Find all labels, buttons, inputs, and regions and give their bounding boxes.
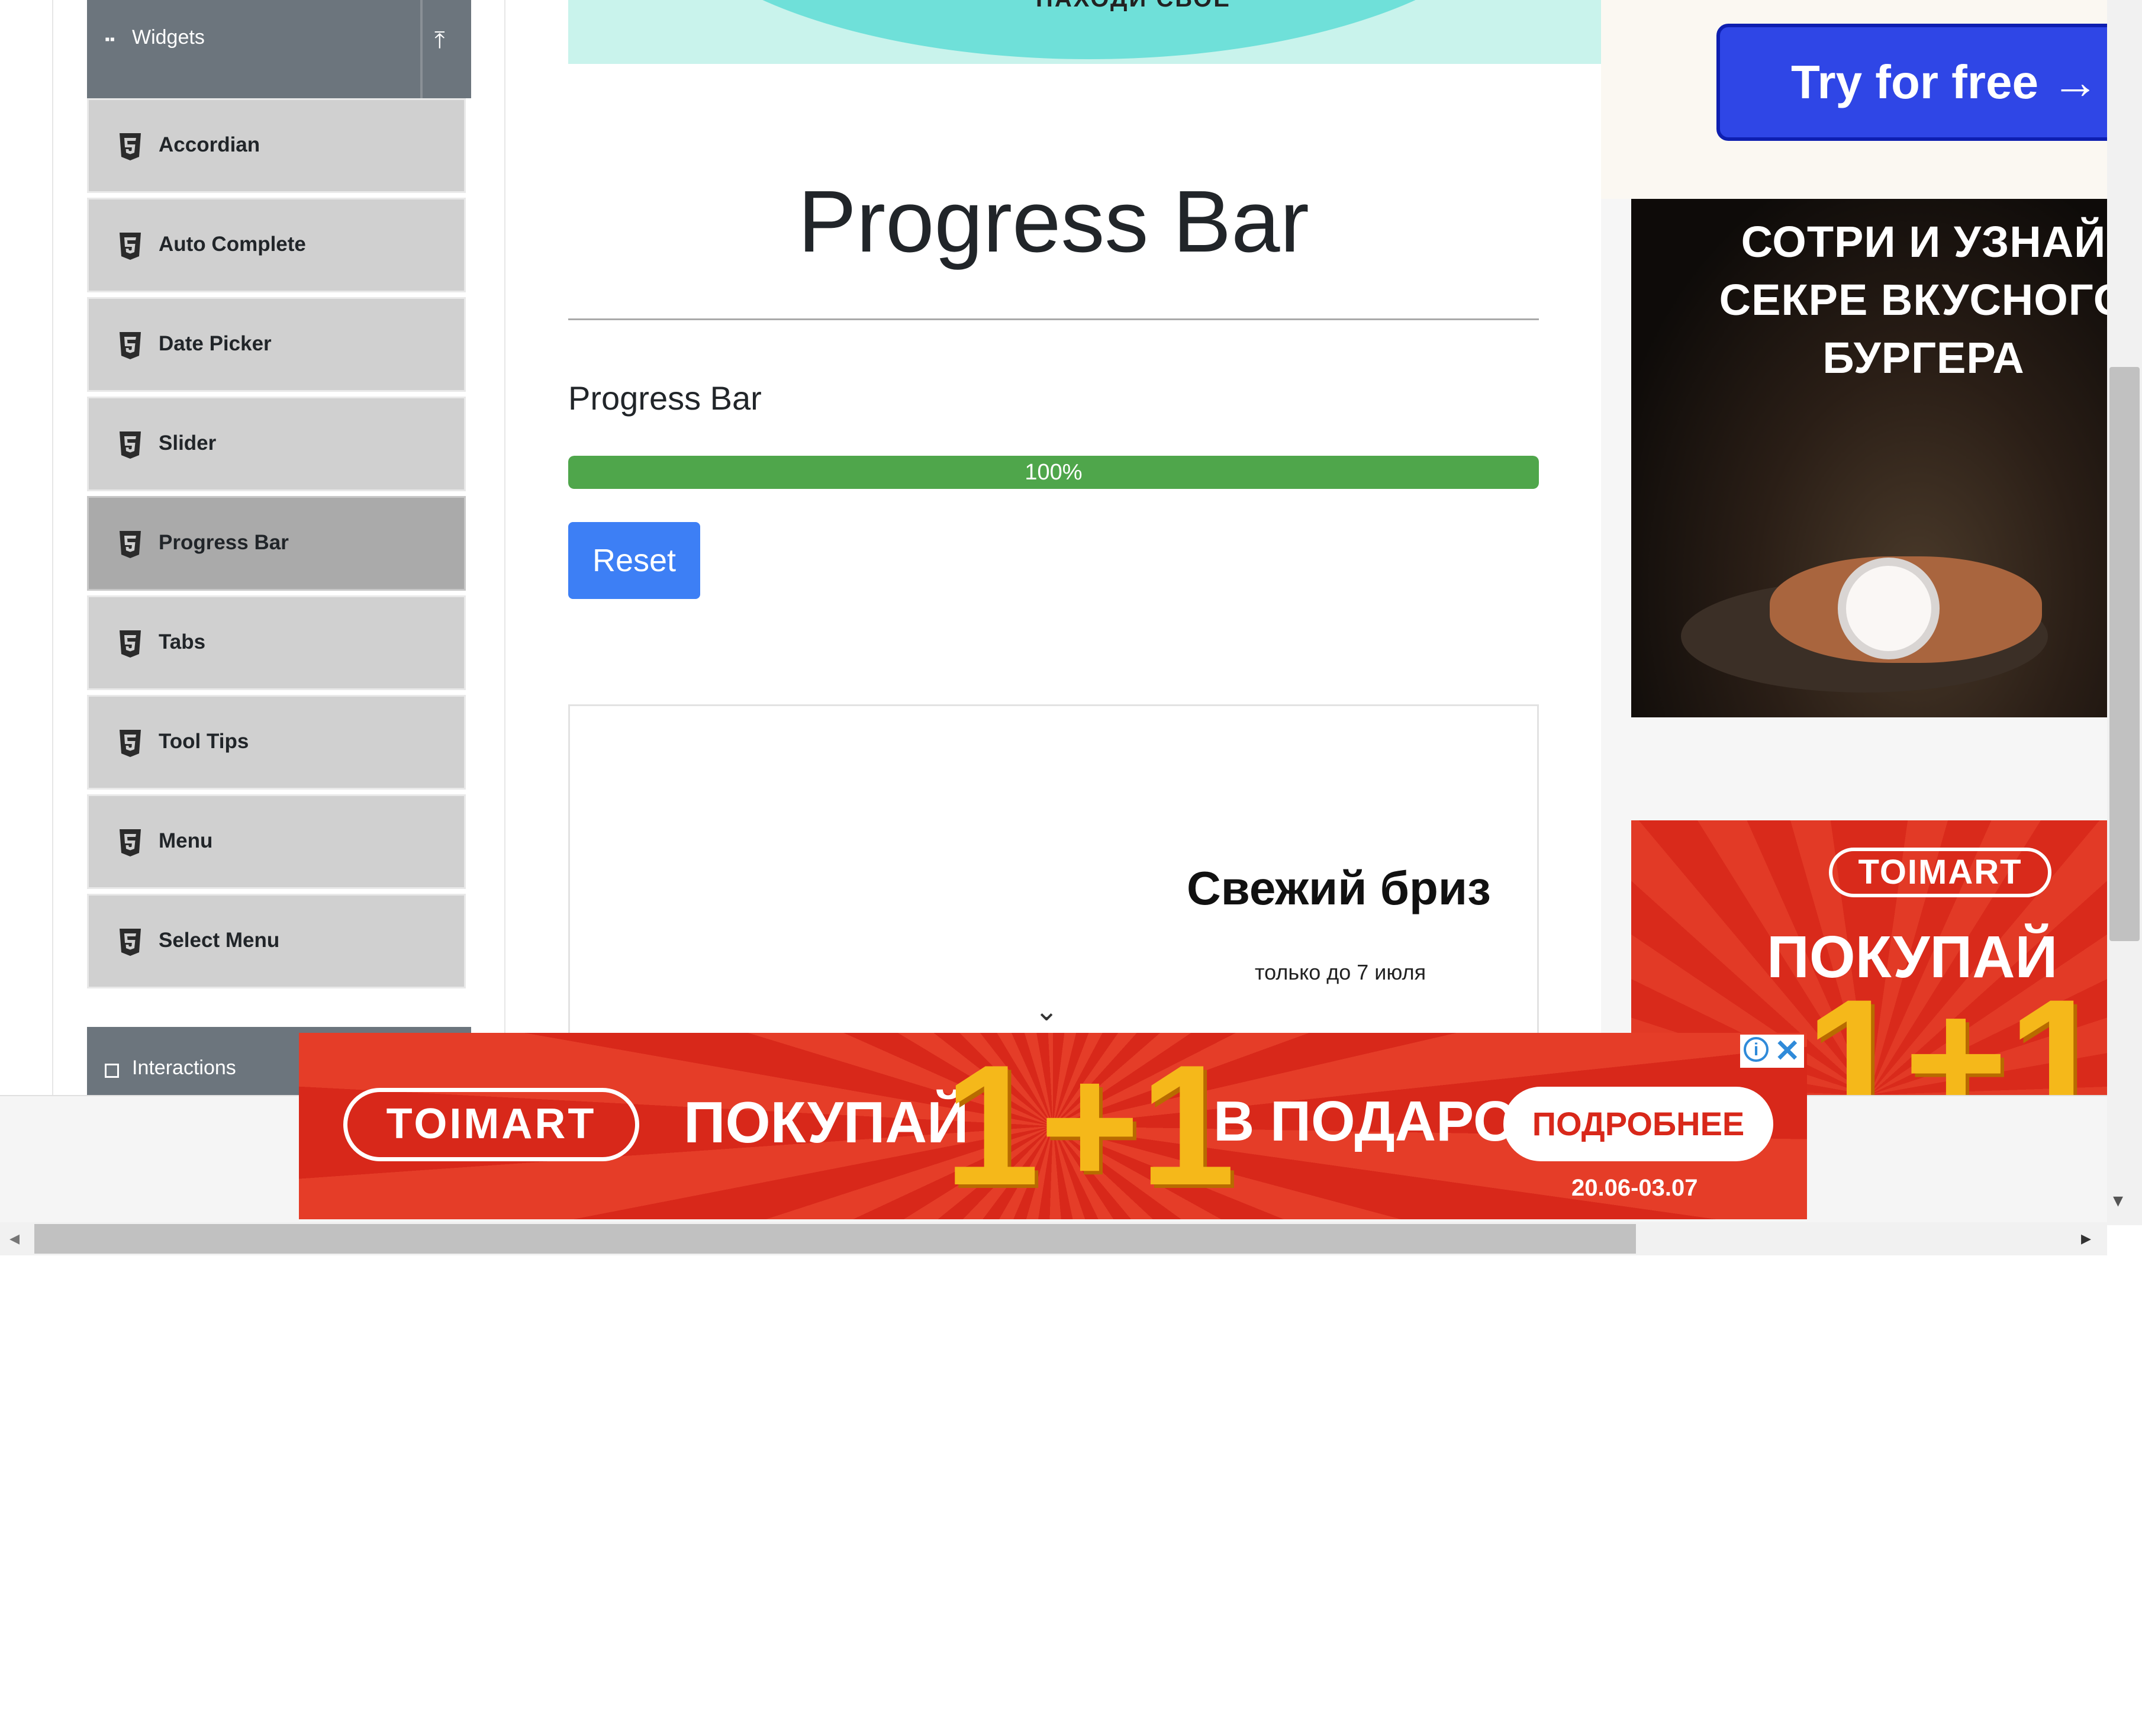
html5-icon [118,829,142,856]
title-divider [568,318,1539,320]
sidebar-item-label: Select Menu [159,929,280,952]
html5-icon [118,431,142,459]
horizontal-scrollbar-thumb[interactable] [34,1224,1636,1254]
sidebar-item-label: Progress Bar [159,531,289,554]
sidebar-divider [504,0,505,1095]
html5-icon [118,332,142,359]
top-banner-ad[interactable]: НАХОДИ СВОЁ [568,0,1601,64]
html5-icon [118,730,142,757]
bottom-promo-number: 1+1 [944,1029,1235,1221]
sidebar-item-label: Date Picker [159,332,272,355]
vertical-scrollbar-thumb[interactable] [2109,367,2140,941]
ad-info-icon[interactable]: i [1744,1037,1769,1062]
sidebar-item-select-menu[interactable]: Select Menu [87,894,466,988]
burger-ad-text: СОТРИ И УЗНАЙ СЕКРЕ ВКУСНОГО БУРГЕРА [1719,217,2128,382]
promo-dates: 20.06-03.07 [1571,1175,1698,1201]
widgets-group-label: Widgets [132,26,205,49]
sidebar-item-label: Tabs [159,630,206,653]
play-icon[interactable] [1838,558,1940,659]
html5-icon [118,630,142,658]
section-label: Progress Bar [568,379,762,417]
ad-subtitle: только до 7 июля [1255,960,1426,984]
banner-text: НАХОДИ СВОЁ [1036,0,1231,12]
page-title: Progress Bar [798,173,1309,270]
sidebar-item-label: Slider [159,431,217,455]
more-details-button[interactable]: ПОДРОБНЕЕ [1503,1087,1773,1161]
sidebar-item-slider[interactable]: Slider [87,397,466,491]
sidebar-item-progress-bar[interactable]: Progress Bar [87,496,466,591]
sidebar-item-label: Auto Complete [159,233,306,256]
progress-bar-label: 100% [1025,460,1083,485]
scroll-left-arrow-icon[interactable]: ◂ [9,1226,20,1250]
sidebar-item-date-picker[interactable]: Date Picker [87,297,466,392]
widgets-icon: ▪▪ [105,31,115,47]
sidebar-item-label: Menu [159,829,213,852]
html5-icon [118,133,142,160]
bottom-buy-text: ПОКУПАЙ [684,1090,969,1155]
widgets-menu-list: Accordian Auto Complete Date Picker Slider P… [87,98,466,993]
chevron-down-icon[interactable]: ⌄ [1035,994,1058,1028]
html5-icon [118,531,142,558]
try-for-free-button[interactable]: Try for free → [1716,24,2119,141]
html5-icon [118,929,142,956]
progress-bar: 100% [568,456,1539,489]
sidebar-item-tool-tips[interactable]: Tool Tips [87,695,466,790]
sidebar-item-label: Accordian [159,133,260,156]
interactions-icon [105,1721,120,1736]
toimart-logo: TOIMART [1829,848,2051,897]
reset-button[interactable]: Reset [568,522,700,599]
sidebar-item-tabs[interactable]: Tabs [87,595,466,690]
sidebar-item-label: Tool Tips [159,730,249,753]
sidebar-item-accordian[interactable]: Accordian [87,98,466,193]
interactions-icon [105,1064,119,1078]
html5-icon [118,233,142,260]
collapse-button[interactable]: ⤒ [420,0,471,98]
scroll-down-arrow-icon[interactable]: ▾ [2113,1189,2123,1212]
ad-title: Свежий бриз [1187,862,1491,914]
left-divider [52,0,53,1095]
bottom-gift-text: В ПОДАРОК [1213,1090,1552,1153]
close-icon[interactable]: ✕ [1774,1033,1800,1069]
widgets-group-header[interactable]: ▪▪ Widgets ⤒ [87,0,471,98]
scroll-right-arrow-icon[interactable]: ▸ [2081,1226,2091,1250]
sidebar-item-auto-complete[interactable]: Auto Complete [87,198,466,292]
toimart-logo: TOIMART [343,1088,639,1161]
interactions-group-label: Interactions [132,1057,236,1079]
sidebar-item-menu[interactable]: Menu [87,794,466,889]
collapse-up-icon: ⤒ [434,27,445,53]
